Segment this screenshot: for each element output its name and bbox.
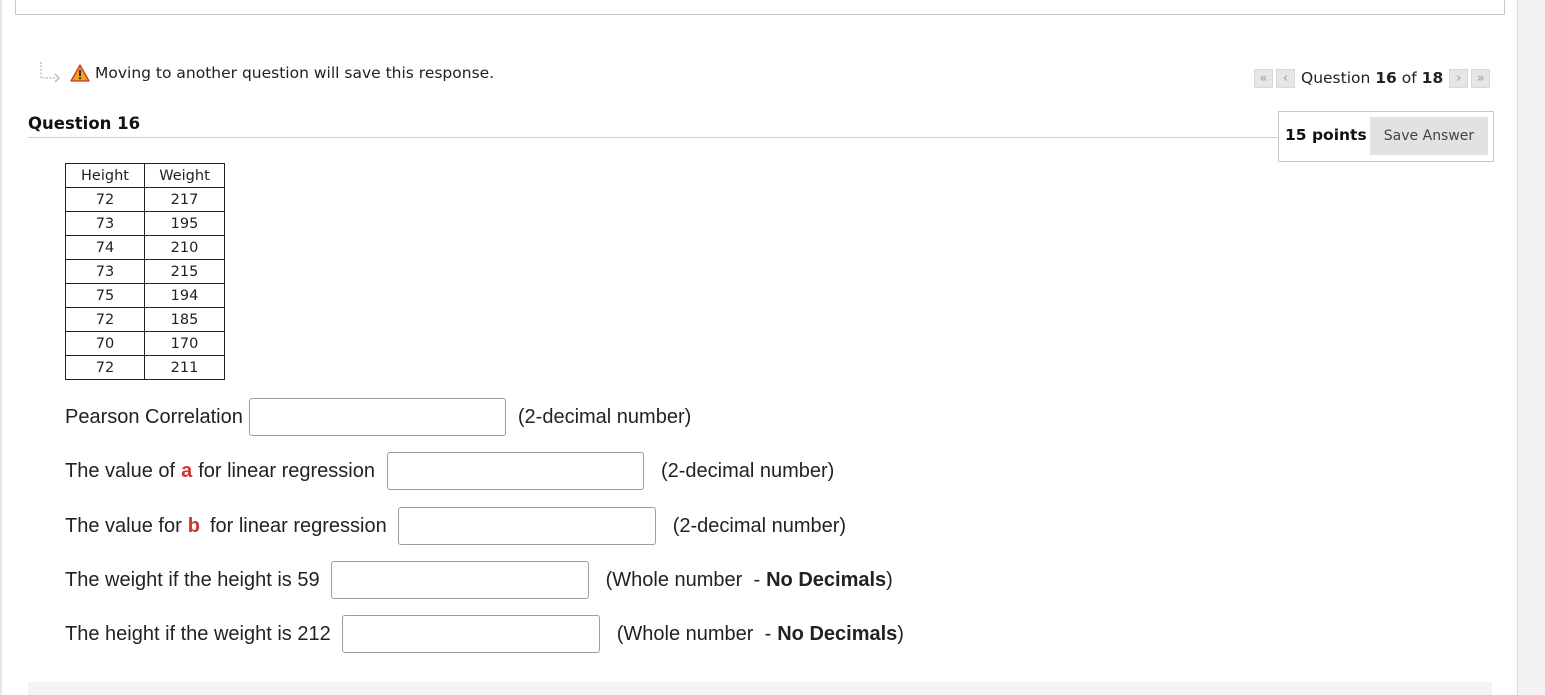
b-label-post: for linear regression — [209, 514, 387, 537]
weight59-input[interactable] — [330, 561, 589, 599]
save-answer-button[interactable]: Save Answer — [1370, 117, 1488, 155]
weight-cell: 185 — [144, 307, 225, 332]
b-variable: b — [187, 514, 200, 537]
last-question-button[interactable]: » — [1471, 68, 1491, 88]
weight59-hint-post: ) — [886, 568, 893, 591]
height-cell: 72 — [65, 307, 145, 332]
table-row: 74 210 — [65, 235, 225, 260]
counter-prefix: Question — [1301, 69, 1371, 87]
weight-cell: 170 — [144, 331, 225, 356]
a-value-row: The value of a for linear regression (2-… — [65, 452, 834, 490]
weight59-label: The weight if the height is 59 — [65, 568, 320, 591]
weight-cell: 194 — [144, 283, 225, 308]
weight-cell: 210 — [144, 235, 225, 260]
page-left-edge — [0, 0, 2, 695]
title-divider — [28, 137, 1280, 138]
question-title: Question 16 — [28, 114, 141, 133]
points-panel: 15 points Save Answer — [1278, 111, 1494, 162]
table-row: 73 215 — [65, 259, 225, 284]
height-weight-table: Height Weight 72 217 73 195 74 210 73 215 75… — [65, 163, 225, 380]
previous-question-container — [15, 0, 1505, 15]
weight-cell: 217 — [144, 187, 225, 212]
b-value-row: The value for b for linear regression (2… — [65, 507, 846, 545]
first-question-button[interactable]: « — [1254, 68, 1273, 88]
weight59-hint-bold: No Decimals — [766, 568, 887, 591]
weight59-hint-pre: (Whole number - — [605, 568, 761, 591]
b-value-input[interactable] — [397, 507, 656, 545]
header-height: Height — [65, 163, 145, 188]
weight-cell: 215 — [144, 259, 225, 284]
counter-current: 16 — [1375, 69, 1397, 87]
previous-question-button[interactable]: ‹ — [1276, 68, 1295, 88]
pearson-row: Pearson Correlation (2-decimal number) — [65, 398, 691, 436]
a-variable: a — [181, 459, 193, 482]
weight-cell: 195 — [144, 211, 225, 236]
question-counter: Question 16 of 18 — [1301, 69, 1443, 87]
pearson-label: Pearson Correlation — [65, 405, 243, 428]
pearson-input[interactable] — [248, 398, 506, 436]
height-cell: 72 — [65, 355, 145, 380]
height-cell: 72 — [65, 187, 145, 212]
warning-text: Moving to another question will save thi… — [95, 64, 495, 82]
b-label-pre: The value for — [65, 514, 182, 537]
height212-row: The height if the weight is 212 (Whole n… — [65, 615, 904, 653]
a-value-hint: (2-decimal number) — [660, 459, 835, 482]
next-question-button[interactable]: › — [1449, 68, 1469, 88]
b-value-hint: (2-decimal number) — [672, 514, 847, 537]
warning-triangle-icon — [70, 64, 90, 82]
height-cell: 73 — [65, 259, 145, 284]
header-weight: Weight — [144, 163, 225, 188]
table-row: 73 195 — [65, 211, 225, 236]
counter-total: 18 — [1421, 69, 1444, 87]
height212-hint-bold: No Decimals — [777, 622, 898, 645]
height212-input[interactable] — [341, 615, 600, 653]
height-cell: 74 — [65, 235, 145, 260]
counter-of: of — [1401, 69, 1417, 87]
height212-hint-post: ) — [897, 622, 904, 645]
scrollbar-track[interactable] — [1517, 0, 1545, 695]
weight-cell: 211 — [144, 355, 225, 380]
height212-hint-pre: (Whole number - — [616, 622, 772, 645]
question-navigation: « ‹ Question 16 of 18 › » — [1254, 67, 1491, 89]
weight59-row: The weight if the height is 59 (Whole nu… — [65, 561, 893, 599]
table-row: 72 185 — [65, 307, 225, 332]
height-cell: 75 — [65, 283, 145, 308]
height212-label: The height if the weight is 212 — [65, 622, 331, 645]
save-warning: Moving to another question will save thi… — [38, 55, 494, 91]
height-cell: 70 — [65, 331, 145, 356]
table-row: 72 211 — [65, 355, 225, 380]
a-value-input[interactable] — [386, 452, 644, 490]
table-row: 70 170 — [65, 331, 225, 356]
table-header-row: Height Weight — [65, 163, 225, 188]
points-value: 15 points — [1285, 126, 1367, 144]
page-bottom-strip — [28, 682, 1492, 695]
height-cell: 73 — [65, 211, 145, 236]
table-row: 75 194 — [65, 283, 225, 308]
a-label-post: for linear regression — [198, 459, 375, 482]
a-label-pre: The value of — [65, 459, 176, 482]
table-row: 72 217 — [65, 187, 225, 212]
redirect-arrow-icon — [40, 62, 60, 83]
pearson-hint: (2-decimal number) — [517, 405, 692, 428]
